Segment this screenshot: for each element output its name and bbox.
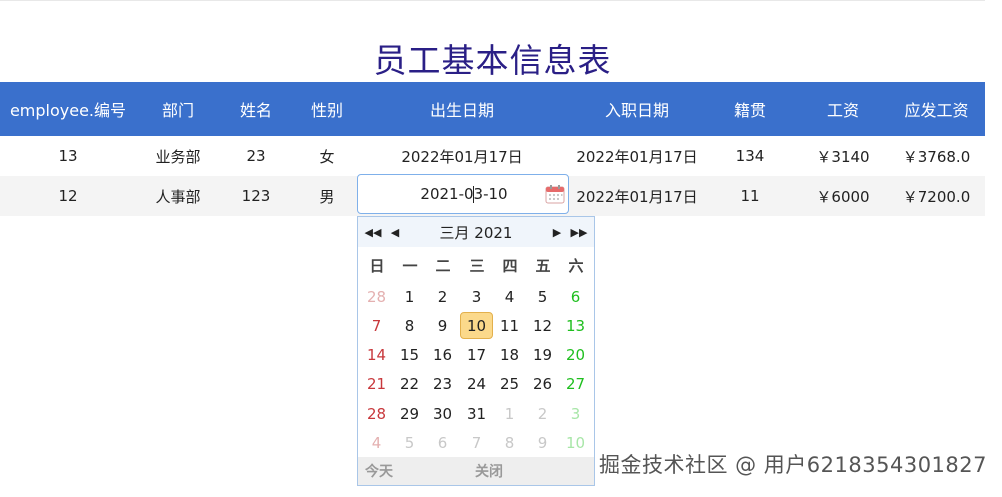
calendar-day[interactable]: 31 <box>460 400 493 427</box>
calendar-day[interactable]: 8 <box>393 312 426 339</box>
calendar-day[interactable]: 3 <box>460 283 493 310</box>
header-salary: 工资 <box>826 101 859 120</box>
weekday-header: 一 <box>402 256 418 275</box>
cell-salary[interactable]: ￥3140 <box>788 136 898 176</box>
calendar-day[interactable]: 11 <box>493 312 526 339</box>
cell-native-place[interactable]: 11 <box>712 176 788 216</box>
weekday-header: 六 <box>568 256 584 275</box>
calendar-day[interactable]: 18 <box>493 342 526 369</box>
calendar-day[interactable]: 2 <box>426 283 459 310</box>
calendar-icon[interactable] <box>544 183 566 205</box>
table-header: employee.编号 部门 姓名 性别 出生日期 入职日期 籍贯 工资 应发工… <box>0 82 985 136</box>
calendar-day[interactable]: 23 <box>426 371 459 398</box>
calendar-day[interactable]: 25 <box>493 371 526 398</box>
calendar-day[interactable]: 16 <box>426 342 459 369</box>
cell-payable-salary[interactable]: ￥7200.0 <box>888 176 985 216</box>
calendar-day[interactable]: 1 <box>393 283 426 310</box>
calendar-day[interactable]: 4 <box>493 283 526 310</box>
header-birth-date: 出生日期 <box>429 101 494 120</box>
calendar-day[interactable]: 7 <box>460 430 493 457</box>
prev-year-icon[interactable]: ◀◀ <box>364 223 382 241</box>
calendar-day[interactable]: 30 <box>426 400 459 427</box>
weekday-header: 五 <box>535 256 551 275</box>
calendar-day[interactable]: 9 <box>526 430 559 457</box>
cell-salary[interactable]: ￥6000 <box>788 176 898 216</box>
calendar-day[interactable]: 10 <box>460 312 493 340</box>
today-button[interactable]: 今天 <box>365 457 393 485</box>
cell-hire-date[interactable]: 2022年01月17日 <box>562 136 712 176</box>
calendar-day[interactable]: 27 <box>559 371 592 398</box>
calendar-day[interactable]: 6 <box>426 430 459 457</box>
birth-date-input[interactable]: 2021-0 3-10 <box>357 174 569 214</box>
watermark: 掘金技术社区 @ 用户6218354301827 <box>598 453 987 477</box>
prev-month-icon[interactable]: ◀ <box>386 223 404 241</box>
cell-employee-id[interactable]: 12 <box>0 176 136 216</box>
cell-gender[interactable]: 男 <box>292 176 362 216</box>
calendar-day[interactable]: 29 <box>393 400 426 427</box>
calendar-day[interactable]: 22 <box>393 371 426 398</box>
header-native-place: 籍贯 <box>733 101 766 120</box>
close-button[interactable]: 关闭 <box>475 457 503 485</box>
table-row[interactable]: 13 业务部 23 女 2022年01月17日 2022年01月17日 134 … <box>0 136 985 176</box>
calendar-day[interactable]: 9 <box>426 312 459 339</box>
calendar-day[interactable]: 14 <box>360 342 393 369</box>
header-payable-salary: 应发工资 <box>904 101 969 120</box>
calendar-day[interactable]: 21 <box>360 371 393 398</box>
cell-hire-date[interactable]: 2022年01月17日 <box>562 176 712 216</box>
weekday-header: 二 <box>435 256 451 275</box>
cell-department[interactable]: 人事部 <box>136 176 220 216</box>
cell-employee-id[interactable]: 13 <box>0 136 136 176</box>
calendar-day[interactable]: 8 <box>493 430 526 457</box>
header-gender: 性别 <box>310 101 343 120</box>
weekday-header: 三 <box>469 256 485 275</box>
calendar-day[interactable]: 6 <box>559 283 592 310</box>
header-name: 姓名 <box>239 101 272 120</box>
date-picker-footer: 今天 关闭 <box>358 457 594 485</box>
weekday-header: 日 <box>369 256 385 275</box>
cell-name[interactable]: 123 <box>220 176 292 216</box>
cell-gender[interactable]: 女 <box>292 136 362 176</box>
date-picker-popup: ◀◀ ◀ 三月 2021 ▶ ▶▶ 日一二三四五六 28 1 2 3 4 5 6 7 8 9 10 1… <box>357 216 595 486</box>
header-department: 部门 <box>161 101 194 120</box>
calendar-day[interactable]: 13 <box>559 312 592 339</box>
header-hire-date: 入职日期 <box>604 101 669 120</box>
header-employee-id: employee.编号 <box>9 101 127 120</box>
calendar-day[interactable]: 5 <box>526 283 559 310</box>
weekday-header: 四 <box>502 256 518 275</box>
next-month-icon[interactable]: ▶ <box>548 223 566 241</box>
calendar-day[interactable]: 20 <box>559 342 592 369</box>
calendar-day[interactable]: 17 <box>460 342 493 369</box>
birth-date-value[interactable]: 2021-0 3-10 <box>358 175 570 213</box>
calendar-day[interactable]: 12 <box>526 312 559 339</box>
cell-payable-salary[interactable]: ￥3768.0 <box>888 136 985 176</box>
date-picker-header: ◀◀ ◀ 三月 2021 ▶ ▶▶ <box>358 217 594 247</box>
calendar-day[interactable]: 5 <box>393 430 426 457</box>
next-year-icon[interactable]: ▶▶ <box>570 223 588 241</box>
calendar-day[interactable]: 19 <box>526 342 559 369</box>
calendar-day[interactable]: 3 <box>559 400 592 427</box>
cell-birth-date[interactable]: 2022年01月17日 <box>362 136 562 176</box>
calendar-day[interactable]: 4 <box>360 430 393 457</box>
cell-department[interactable]: 业务部 <box>136 136 220 176</box>
calendar-day[interactable]: 28 <box>360 283 393 310</box>
date-text-after-caret: 3-10 <box>473 185 508 203</box>
calendar-day[interactable]: 15 <box>393 342 426 369</box>
calendar-day[interactable]: 10 <box>559 430 592 457</box>
month-year-label[interactable]: 三月 2021 <box>418 217 534 247</box>
calendar-day[interactable]: 26 <box>526 371 559 398</box>
cell-name[interactable]: 23 <box>220 136 292 176</box>
calendar-day[interactable]: 28 <box>360 400 393 427</box>
top-divider <box>0 0 985 1</box>
cell-native-place[interactable]: 134 <box>712 136 788 176</box>
page-title: 员工基本信息表 <box>373 41 612 80</box>
calendar-day[interactable]: 24 <box>460 371 493 398</box>
calendar-day[interactable]: 2 <box>526 400 559 427</box>
calendar-day[interactable]: 1 <box>493 400 526 427</box>
date-text-before-caret: 2021-0 <box>420 185 474 203</box>
calendar-day[interactable]: 7 <box>360 312 393 339</box>
